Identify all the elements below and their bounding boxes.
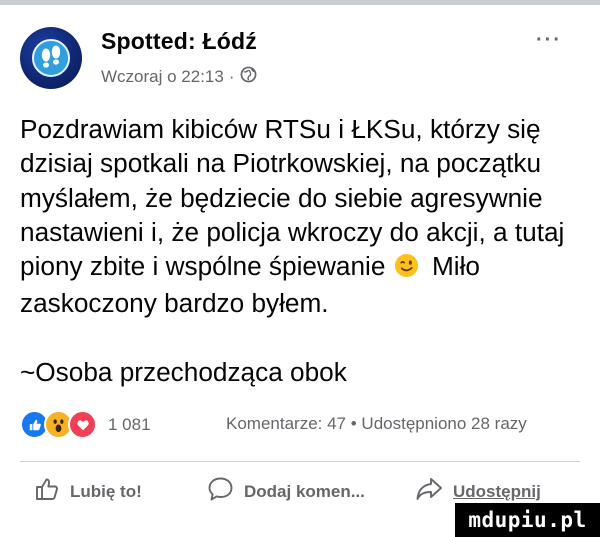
reactions-count: 1 081 [108, 414, 151, 434]
comment-button[interactable]: Dodaj komen... [207, 476, 365, 507]
share-arrow-icon [415, 476, 453, 507]
share-label: Udostępnij [453, 481, 541, 501]
post-meta: Wczoraj o 22:13 · [101, 66, 257, 88]
love-reaction-icon [68, 410, 97, 439]
footprints-logo-icon [32, 39, 70, 77]
post-text-line: piony zbite i wspólne śpiewanie Miło [20, 249, 585, 286]
watermark: mdupiu.pl [455, 503, 600, 537]
post-text-line: zaskoczony bardzo byłem. [20, 288, 329, 319]
meta-separator: · [228, 67, 235, 86]
winking-face-icon [394, 252, 419, 286]
engagement-stats[interactable]: Komentarze: 47 • Udostępniono 28 razy [226, 414, 527, 434]
globe-icon[interactable] [240, 66, 257, 88]
post-text-line: nastawieni i, że policja wkroczy do akcj… [20, 216, 565, 247]
post-text-segment: piony zbite i wspólne śpiewanie [20, 251, 386, 282]
top-divider [0, 0, 600, 5]
comment-label: Dodaj komen... [244, 481, 365, 501]
page-name[interactable]: Spotted: Łódź [101, 28, 257, 55]
post-text-segment: Miło [431, 251, 480, 282]
more-options-button[interactable]: ··· [536, 29, 562, 52]
post-text-line: Pozdrawiam kibiców RTSu i ŁKSu, którzy s… [20, 114, 541, 144]
post-body: Pozdrawiam kibiców RTSu i ŁKSu, którzy s… [20, 112, 585, 389]
post-text-line: dzisiaj spotkali na Piotrkowskiej, na po… [20, 148, 542, 179]
page-avatar[interactable] [20, 27, 82, 89]
thumbs-up-icon [34, 476, 70, 507]
like-label: Lubię to! [70, 481, 142, 501]
reactions-summary[interactable]: 1 081 [20, 410, 151, 439]
like-button[interactable]: Lubię to! [34, 476, 142, 507]
post-text-line: myślałem, że będziecie do siebie agresyw… [20, 182, 543, 213]
actions-divider [20, 461, 580, 462]
post-signature: ~Osoba przechodząca obok [20, 356, 347, 387]
speech-bubble-icon [207, 476, 244, 507]
post-time[interactable]: Wczoraj o 22:13 [101, 67, 224, 87]
